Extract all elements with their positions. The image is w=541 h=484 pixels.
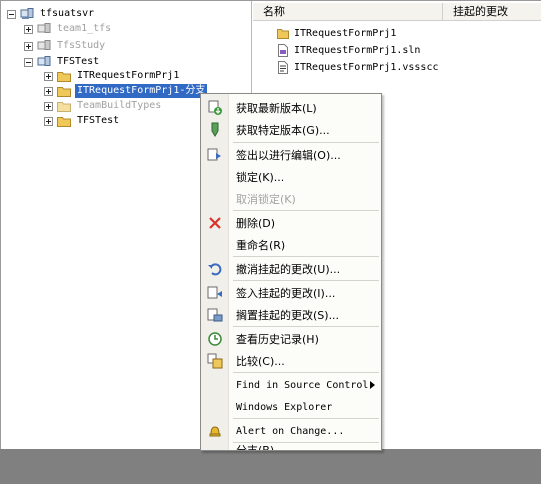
list-item[interactable]: ITRequestFormPrj1 [277,25,396,41]
tree-node-tfstest-folder[interactable]: TFSTest [44,113,121,129]
bell-icon [207,423,223,439]
menu-separator [233,256,379,257]
menu-item-compare[interactable]: 比较(C)... [201,350,381,372]
folder-icon [57,101,71,112]
folder-icon [57,71,71,82]
menu-separator [233,142,379,143]
menu-separator [233,418,379,419]
source-control-file-icon [278,60,288,74]
menu-item-get-specific-version[interactable]: 获取特定版本(G)... [201,119,381,141]
menu-item-windows-explorer[interactable]: Windows Explorer [201,396,381,418]
tree-node-label: TFSTest [57,56,100,67]
compare-icon [207,353,223,369]
list-item[interactable]: ITRequestFormPrj1.sln [277,42,420,58]
tree-node-label: team1_tfs [57,23,112,34]
menu-item-label: Alert on Change... [236,425,345,437]
menu-separator [233,280,379,281]
history-icon [207,331,223,347]
menu-item-rename[interactable]: 重命名(R) [201,234,381,256]
menu-item-label: 签入挂起的更改(I)... [236,287,336,300]
list-header: 名称 挂起的更改 [253,3,541,21]
menu-item-undo-pending-changes[interactable]: 撤消挂起的更改(U)... [201,258,381,280]
menu-item-label: Windows Explorer [236,401,333,413]
menu-separator [233,210,379,211]
column-header-pending-changes[interactable]: 挂起的更改 [443,3,541,21]
menu-item-label: 获取特定版本(G)... [236,124,330,137]
solution-file-icon [278,43,288,57]
get-latest-icon [207,100,223,116]
tree-node-itrequestformprj1[interactable]: ITRequestFormPrj1 [44,68,181,84]
get-specific-icon [207,122,223,138]
menu-item-label: 比较(C)... [236,355,285,368]
tree-node-label: TeamBuildTypes [77,100,162,111]
expand-icon[interactable] [24,24,33,34]
menu-item-label: 重命名(R) [236,239,286,252]
menu-separator [233,326,379,327]
menu-item-get-latest[interactable]: 获取最新版本(L) [201,97,381,119]
menu-item-label: 撤消挂起的更改(U)... [236,263,341,276]
menu-item-label: 删除(D) [236,217,276,230]
expand-icon[interactable] [44,71,53,81]
delete-icon [207,215,223,231]
menu-item-delete[interactable]: 删除(D) [201,212,381,234]
tree-node-team1-tfs[interactable]: team1_tfs [24,21,113,37]
tree-node-tfsstudy[interactable]: TfsStudy [24,38,107,54]
team-project-icon [37,23,51,33]
shelve-icon [207,307,223,323]
menu-item-find-in-source-control[interactable]: Find in Source Control [201,374,381,396]
status-area [0,449,541,484]
expand-icon[interactable] [44,116,53,126]
menu-item-label: 查看历史记录(H) [236,333,319,346]
menu-item-view-history[interactable]: 查看历史记录(H) [201,328,381,350]
menu-item-shelve-pending-changes[interactable]: 搁置挂起的更改(S)... [201,304,381,326]
checkout-icon [207,147,223,163]
list-item-name: ITRequestFormPrj1.vssscc [294,61,439,73]
tree-node-itrequestformprj1-branch[interactable]: ITRequestFormPrj1-分支 [44,83,208,99]
team-project-icon [37,40,51,50]
menu-item-label: Find in Source Control [236,379,369,391]
folder-icon [57,86,71,97]
menu-separator [233,372,379,373]
tree-node-teambuildtypes[interactable]: TeamBuildTypes [44,98,163,114]
menu-item-label: 分支(B)... [236,444,285,451]
tree-node-server[interactable]: tfsuatsvr [7,6,96,22]
expand-icon[interactable] [24,41,33,51]
tree-node-label: ITRequestFormPrj1 [77,70,180,81]
context-menu[interactable]: 获取最新版本(L) 获取特定版本(G)... 签出以进行编辑(O)... 锁定(… [200,93,382,451]
menu-item-label: 获取最新版本(L) [236,102,317,115]
menu-item-label: 取消锁定(K) [236,193,296,206]
tree-node-label-selected: ITRequestFormPrj1-分支 [75,84,208,98]
collapse-icon[interactable] [24,57,33,67]
expand-icon[interactable] [44,101,53,111]
menu-item-unlock: 取消锁定(K) [201,188,381,210]
menu-item-check-in-pending-changes[interactable]: 签入挂起的更改(I)... [201,282,381,304]
list-item[interactable]: ITRequestFormPrj1.vssscc [277,59,439,75]
menu-item-label: 搁置挂起的更改(S)... [236,309,340,322]
menu-item-check-out-for-edit[interactable]: 签出以进行编辑(O)... [201,144,381,166]
server-icon [20,8,34,19]
tree-node-label: TFSTest [77,115,120,126]
checkin-icon [207,285,223,301]
team-project-icon [37,56,51,66]
menu-item-branch[interactable]: 分支(B)... [201,439,381,451]
list-item-name: ITRequestFormPrj1 [294,27,397,39]
undo-icon [207,261,223,277]
menu-item-label: 签出以进行编辑(O)... [236,149,341,162]
expand-icon[interactable] [44,86,53,96]
submenu-arrow-icon [370,381,375,389]
menu-item-lock[interactable]: 锁定(K)... [201,166,381,188]
folder-icon [277,28,289,39]
column-header-name[interactable]: 名称 [253,3,443,21]
menu-item-label: 锁定(K)... [236,171,285,184]
collapse-icon[interactable] [7,9,16,19]
tree-node-label: tfsuatsvr [40,8,95,19]
list-item-name: ITRequestFormPrj1.sln [294,44,421,56]
folder-icon [57,116,71,127]
tree-node-label: TfsStudy [57,40,106,51]
